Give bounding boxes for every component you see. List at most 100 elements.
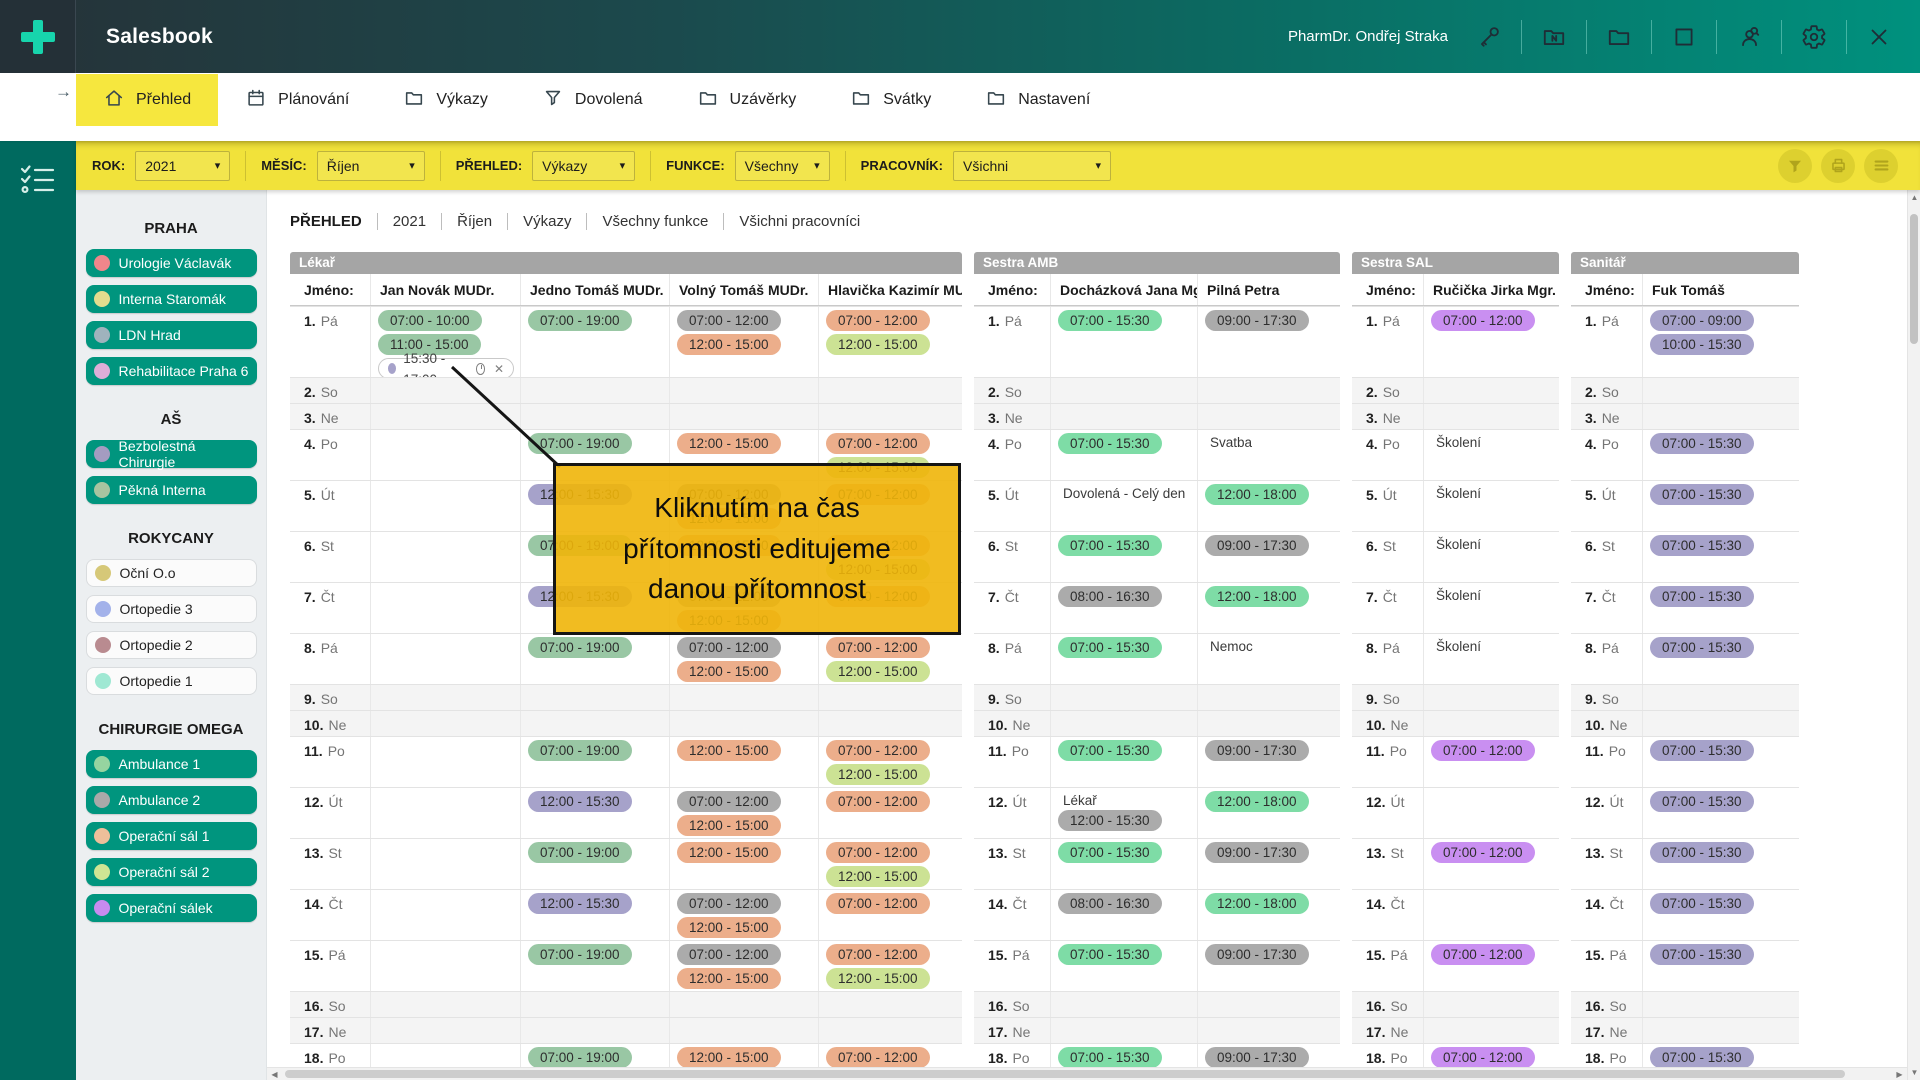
presence-pill[interactable]: 07:00 - 12:00 <box>1431 944 1535 965</box>
horizontal-scroll-thumb[interactable] <box>285 1070 1845 1078</box>
presence-pill[interactable]: 07:00 - 19:00 <box>528 310 632 331</box>
presence-pill[interactable]: 09:00 - 17:30 <box>1205 535 1309 556</box>
sidebar-item-rehabilitace-praha-6[interactable]: Rehabilitace Praha 6 <box>86 357 257 385</box>
sidebar-item-pekna-interna[interactable]: Pěkná Interna <box>86 476 257 504</box>
presence-pill[interactable]: 07:00 - 12:00 <box>677 944 781 965</box>
folder-n-icon[interactable] <box>1539 22 1569 52</box>
tab-dovolena[interactable]: Dovolená <box>515 74 670 126</box>
sidebar-item-operacni-sal-2[interactable]: Operační sál 2 <box>86 858 257 886</box>
presence-pill[interactable]: 07:00 - 15:30 <box>1650 791 1754 812</box>
presence-pill[interactable]: 07:00 - 12:00 <box>826 310 930 331</box>
folder-icon[interactable] <box>1604 22 1634 52</box>
presence-pill[interactable]: 07:00 - 19:00 <box>528 842 632 863</box>
presence-pill-editing[interactable]: 15:30 - 17:00✕ <box>378 358 514 377</box>
presence-pill[interactable]: 07:00 - 15:30 <box>1650 740 1754 761</box>
presence-pill[interactable]: 07:00 - 15:30 <box>1058 433 1162 454</box>
sidebar-item-ortopedie-1[interactable]: Ortopedie 1 <box>86 667 257 695</box>
presence-pill[interactable]: 07:00 - 15:30 <box>1650 842 1754 863</box>
presence-pill[interactable]: 12:00 - 15:00 <box>677 433 781 454</box>
presence-pill[interactable]: 09:00 - 17:30 <box>1205 310 1309 331</box>
presence-pill[interactable]: 07:00 - 10:00 <box>378 310 482 331</box>
presence-pill[interactable]: 07:00 - 15:30 <box>1058 310 1162 331</box>
sidebar-item-operacni-sal-1[interactable]: Operační sál 1 <box>86 822 257 850</box>
presence-pill[interactable]: 08:00 - 16:30 <box>1058 893 1162 914</box>
checklist-icon[interactable] <box>19 163 57 200</box>
print-icon[interactable] <box>1821 149 1855 183</box>
sidebar-item-ortopedie-3[interactable]: Ortopedie 3 <box>86 595 257 623</box>
presence-pill[interactable]: 07:00 - 12:00 <box>677 791 781 812</box>
presence-pill[interactable]: 07:00 - 15:30 <box>1650 586 1754 607</box>
close-icon[interactable] <box>1864 22 1894 52</box>
key-icon[interactable] <box>1474 22 1504 52</box>
presence-pill[interactable]: 12:00 - 18:00 <box>1205 586 1309 607</box>
tab-uzaverky[interactable]: Uzávěrky <box>670 74 824 126</box>
presence-pill[interactable]: 12:00 - 15:00 <box>677 917 781 938</box>
presence-pill[interactable]: 07:00 - 15:30 <box>1058 1047 1162 1067</box>
presence-pill[interactable]: 07:00 - 15:30 <box>1058 740 1162 761</box>
presence-pill[interactable]: 07:00 - 15:30 <box>1650 433 1754 454</box>
tab-prehled[interactable]: Přehled <box>76 74 218 126</box>
settings-icon[interactable] <box>1799 22 1829 52</box>
filter-select-mesic[interactable]: Říjen▾ <box>317 151 425 181</box>
presence-pill[interactable]: 07:00 - 12:00 <box>826 893 930 914</box>
presence-pill[interactable]: 07:00 - 15:30 <box>1058 944 1162 965</box>
tab-planovani[interactable]: Plánování <box>218 74 376 126</box>
scroll-right-arrow[interactable]: ▶ <box>1892 1068 1907 1080</box>
presence-pill[interactable]: 12:00 - 15:00 <box>826 661 930 682</box>
presence-pill[interactable]: 12:00 - 15:00 <box>826 334 930 355</box>
presence-pill[interactable]: 07:00 - 15:30 <box>1058 842 1162 863</box>
sidebar-item-bezbolestna-chirurgie[interactable]: Bezbolestná Chirurgie <box>86 440 257 468</box>
square-icon[interactable] <box>1669 22 1699 52</box>
presence-pill[interactable]: 07:00 - 12:00 <box>1431 842 1535 863</box>
presence-pill[interactable]: 07:00 - 12:00 <box>677 637 781 658</box>
presence-pill[interactable]: 09:00 - 17:30 <box>1205 740 1309 761</box>
scroll-left-arrow[interactable]: ◀ <box>267 1068 282 1080</box>
sidebar-item-ocni-o-o[interactable]: Oční O.o <box>86 559 257 587</box>
presence-pill[interactable]: 07:00 - 12:00 <box>1431 310 1535 331</box>
presence-pill[interactable]: 12:00 - 15:00 <box>677 842 781 863</box>
presence-pill[interactable]: 07:00 - 12:00 <box>826 637 930 658</box>
presence-pill[interactable]: 12:00 - 15:00 <box>677 661 781 682</box>
delete-icon[interactable]: ✕ <box>494 363 504 375</box>
tab-nastaveni[interactable]: Nastavení <box>958 74 1117 126</box>
presence-pill[interactable]: 12:00 - 18:00 <box>1205 791 1309 812</box>
sidebar-item-urologie-vaclavak[interactable]: Urologie Václavák <box>86 249 257 277</box>
presence-pill[interactable]: 07:00 - 19:00 <box>528 944 632 965</box>
presence-pill[interactable]: 07:00 - 12:00 <box>677 893 781 914</box>
filter-icon[interactable] <box>1778 149 1812 183</box>
sidebar-item-ambulance-1[interactable]: Ambulance 1 <box>86 750 257 778</box>
presence-pill[interactable]: 07:00 - 09:00 <box>1650 310 1754 331</box>
filter-select-rok[interactable]: 2021▾ <box>135 151 230 181</box>
presence-pill[interactable]: 12:00 - 15:00 <box>677 815 781 836</box>
presence-pill[interactable]: 07:00 - 12:00 <box>826 1047 930 1067</box>
presence-pill[interactable]: 07:00 - 12:00 <box>826 433 930 454</box>
presence-pill[interactable]: 07:00 - 12:00 <box>826 791 930 812</box>
presence-pill[interactable]: 07:00 - 12:00 <box>677 310 781 331</box>
presence-pill[interactable]: 12:00 - 15:30 <box>1058 810 1162 831</box>
presence-pill[interactable]: 07:00 - 19:00 <box>528 433 632 454</box>
tab-svatky[interactable]: Svátky <box>823 74 958 126</box>
presence-pill[interactable]: 07:00 - 15:30 <box>1650 637 1754 658</box>
presence-pill[interactable]: 07:00 - 12:00 <box>826 842 930 863</box>
presence-pill[interactable]: 12:00 - 15:00 <box>826 968 930 989</box>
menu-icon[interactable] <box>1864 149 1898 183</box>
vertical-scrollbar[interactable]: ▲ ▼ <box>1907 190 1920 1080</box>
presence-pill[interactable]: 10:00 - 15:30 <box>1650 334 1754 355</box>
presence-pill[interactable]: 12:00 - 15:00 <box>677 968 781 989</box>
presence-pill[interactable]: 07:00 - 19:00 <box>528 740 632 761</box>
horizontal-scrollbar[interactable]: ◀ ▶ <box>267 1067 1907 1080</box>
sidebar-item-ortopedie-2[interactable]: Ortopedie 2 <box>86 631 257 659</box>
scroll-down-arrow[interactable]: ▼ <box>1908 1065 1920 1080</box>
presence-pill[interactable]: 12:00 - 18:00 <box>1205 893 1309 914</box>
clock-icon[interactable] <box>476 363 485 375</box>
presence-pill[interactable]: 07:00 - 15:30 <box>1650 1047 1754 1067</box>
presence-pill[interactable]: 08:00 - 16:30 <box>1058 586 1162 607</box>
presence-pill[interactable]: 07:00 - 15:30 <box>1650 535 1754 556</box>
tab-vykazy[interactable]: Výkazy <box>376 74 515 126</box>
presence-pill[interactable]: 12:00 - 15:30 <box>528 893 632 914</box>
presence-pill[interactable]: 09:00 - 17:30 <box>1205 944 1309 965</box>
presence-pill[interactable]: 09:00 - 17:30 <box>1205 842 1309 863</box>
presence-pill[interactable]: 07:00 - 15:30 <box>1650 484 1754 505</box>
presence-pill[interactable]: 07:00 - 12:00 <box>1431 740 1535 761</box>
presence-pill[interactable]: 07:00 - 12:00 <box>1431 1047 1535 1067</box>
